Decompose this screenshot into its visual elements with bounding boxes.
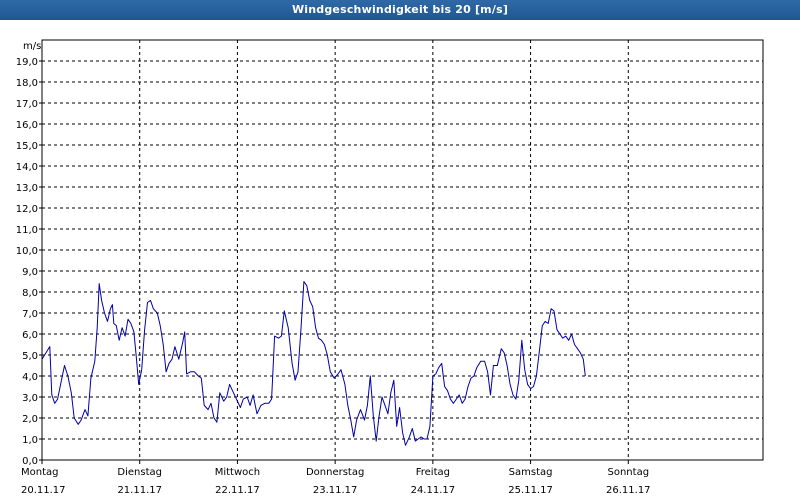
y-tick-label: 4,0 <box>22 372 38 383</box>
y-axis-label: m/s <box>23 41 41 52</box>
x-tick-date-label: 24.11.17 <box>411 485 456 496</box>
chart-area: 0,0 1,0 2,0 3,0 4,0 5,0 6,0 7,0 8,0 9,0 10,0 11,0 12… <box>0 20 800 500</box>
y-tick-labels: 0,0 1,0 2,0 3,0 4,0 5,0 6,0 7,0 8,0 9,0 10,0 11,0 12… <box>16 57 38 467</box>
x-tick-labels: Montag 20.11.17 Dienstag 21.11.17 Mittwoch 22… <box>21 467 651 496</box>
y-tick-label: 10,0 <box>16 246 38 257</box>
y-tick-label: 6,0 <box>22 330 38 341</box>
y-tick-label: 2,0 <box>22 414 38 425</box>
y-tick-label: 17,0 <box>16 99 38 110</box>
wind-speed-chart: 0,0 1,0 2,0 3,0 4,0 5,0 6,0 7,0 8,0 9,0 10,0 11,0 12… <box>16 39 764 496</box>
y-tick-label: 11,0 <box>16 225 38 236</box>
y-tick-label: 14,0 <box>16 162 38 173</box>
series-layer <box>41 281 586 446</box>
x-tick-day-label: Montag <box>21 467 58 478</box>
y-tick-label: 5,0 <box>22 351 38 362</box>
window-title: Windgeschwindigkeit bis 20 [m/s] <box>0 0 800 20</box>
y-tick-label: 8,0 <box>22 288 38 299</box>
y-tick-label: 1,0 <box>22 435 38 446</box>
wind-speed-line <box>41 281 586 446</box>
y-tick-label: 3,0 <box>22 393 38 404</box>
x-tick-date-label: 20.11.17 <box>21 485 66 496</box>
grid-layer <box>39 40 763 464</box>
x-tick-day-label: Dienstag <box>117 467 162 478</box>
x-tick-day-label: Sonntag <box>608 467 650 478</box>
x-tick-date-label: 26.11.17 <box>606 485 651 496</box>
x-tick-day-label: Mittwoch <box>215 467 260 478</box>
y-tick-label: 12,0 <box>16 204 38 215</box>
x-tick-date-label: 25.11.17 <box>508 485 553 496</box>
y-tick-label: 7,0 <box>22 309 38 320</box>
y-tick-label: 15,0 <box>16 141 38 152</box>
y-tick-label: 9,0 <box>22 267 38 278</box>
x-tick-date-label: 22.11.17 <box>215 485 260 496</box>
y-tick-label: 18,0 <box>16 78 38 89</box>
y-tick-label: 0,0 <box>22 456 38 467</box>
x-tick-date-label: 23.11.17 <box>313 485 358 496</box>
x-tick-day-label: Samstag <box>509 467 553 478</box>
x-tick-day-label: Freitag <box>416 467 450 478</box>
x-tick-date-label: 21.11.17 <box>117 485 162 496</box>
x-tick-day-label: Donnerstag <box>306 467 364 478</box>
y-tick-label: 16,0 <box>16 120 38 131</box>
y-tick-label: 13,0 <box>16 183 38 194</box>
y-tick-label: 19,0 <box>16 57 38 68</box>
